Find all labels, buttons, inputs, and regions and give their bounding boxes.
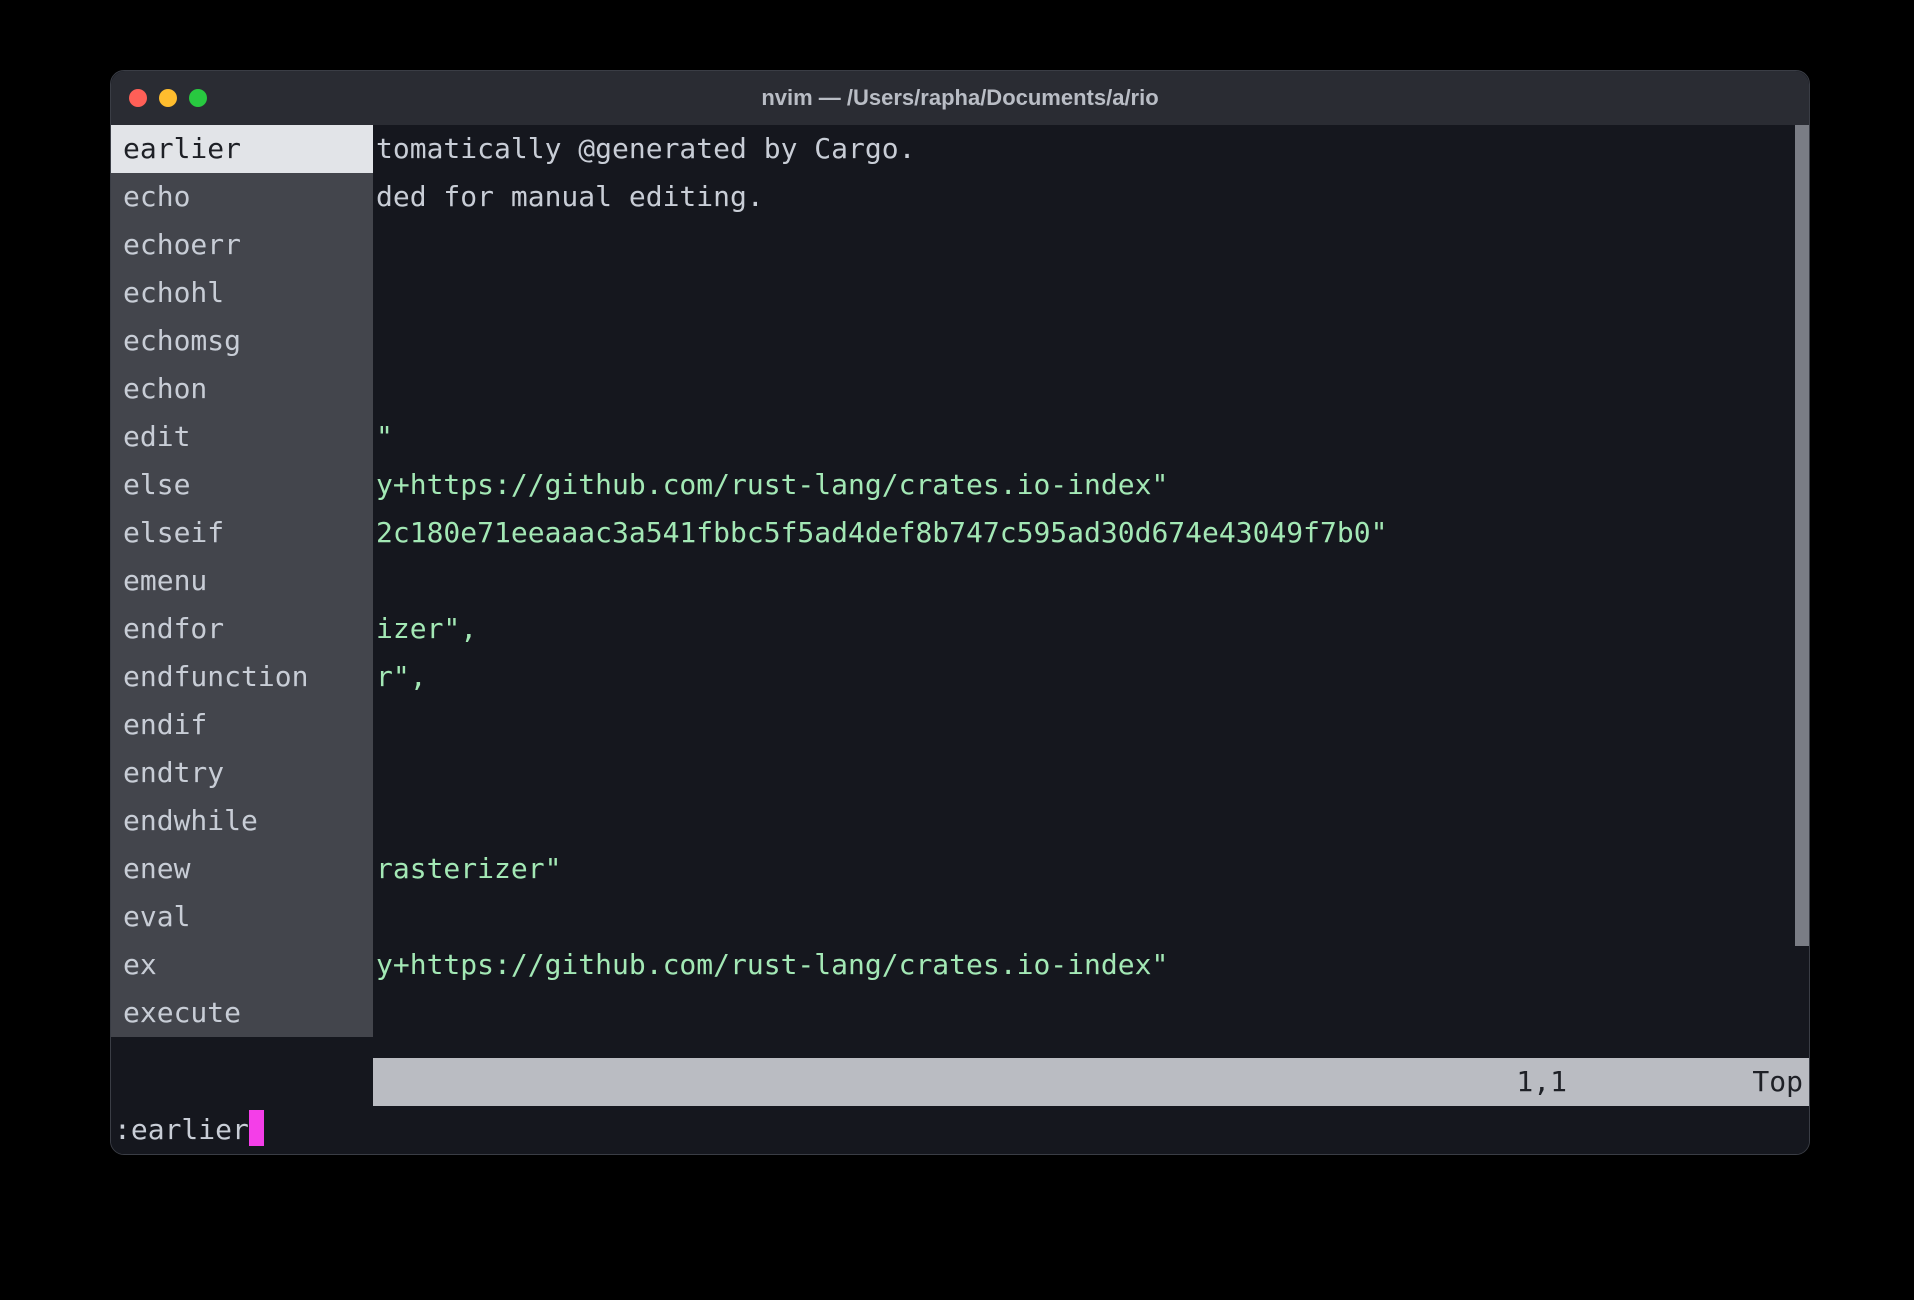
completion-item[interactable]: earlier (111, 125, 373, 173)
completion-item[interactable]: echohl (111, 269, 373, 317)
terminal-body[interactable]: tomatically @generated by Cargo.ded for … (111, 125, 1809, 1154)
completion-item[interactable]: eval (111, 893, 373, 941)
completion-item[interactable]: echomsg (111, 317, 373, 365)
window-title: nvim — /Users/rapha/Documents/a/rio (111, 85, 1809, 111)
completion-scrollbar[interactable] (1795, 125, 1809, 946)
command-line[interactable]: :earlier (111, 1106, 1809, 1154)
editor-line (373, 269, 1809, 317)
completion-item[interactable]: enew (111, 845, 373, 893)
zoom-button[interactable] (189, 89, 207, 107)
editor-line: ded for manual editing. (373, 173, 1809, 221)
editor-line (373, 701, 1809, 749)
editor-line: r", (373, 653, 1809, 701)
completion-item[interactable]: endfunction (111, 653, 373, 701)
editor-line (373, 317, 1809, 365)
completion-item[interactable]: echo (111, 173, 373, 221)
editor-line: y+https://github.com/rust-lang/crates.io… (373, 461, 1809, 509)
content-area: tomatically @generated by Cargo.ded for … (111, 125, 1809, 1154)
editor-line (373, 749, 1809, 797)
completion-item[interactable]: elseif (111, 509, 373, 557)
scroll-position: Top (1752, 1065, 1803, 1098)
cursor (249, 1110, 264, 1146)
editor-line (373, 797, 1809, 845)
completion-item[interactable]: edit (111, 413, 373, 461)
terminal-window: nvim — /Users/rapha/Documents/a/rio toma… (110, 70, 1810, 1155)
titlebar[interactable]: nvim — /Users/rapha/Documents/a/rio (111, 71, 1809, 125)
completion-item[interactable]: emenu (111, 557, 373, 605)
completion-item[interactable]: endwhile (111, 797, 373, 845)
editor-line: y+https://github.com/rust-lang/crates.io… (373, 941, 1809, 989)
status-line: 1,1 Top (373, 1058, 1809, 1106)
editor-line (373, 365, 1809, 413)
completion-item[interactable]: execute (111, 989, 373, 1037)
completion-item[interactable]: ex (111, 941, 373, 989)
cursor-position: 1,1 (1516, 1065, 1567, 1098)
editor-line (373, 221, 1809, 269)
completion-item[interactable]: endif (111, 701, 373, 749)
completion-item[interactable]: endtry (111, 749, 373, 797)
completion-item[interactable]: echon (111, 365, 373, 413)
editor-line: tomatically @generated by Cargo. (373, 125, 1809, 173)
editor-line (373, 557, 1809, 605)
completion-item[interactable]: endfor (111, 605, 373, 653)
completion-item[interactable]: else (111, 461, 373, 509)
completion-item[interactable]: echoerr (111, 221, 373, 269)
command-text: :earlier (114, 1106, 249, 1154)
editor-line (373, 893, 1809, 941)
editor-line: izer", (373, 605, 1809, 653)
minimize-button[interactable] (159, 89, 177, 107)
traffic-lights (129, 89, 207, 107)
editor-line: 2c180e71eeaaac3a541fbbc5f5ad4def8b747c59… (373, 509, 1809, 557)
editor-line: rasterizer" (373, 845, 1809, 893)
close-button[interactable] (129, 89, 147, 107)
editor-line: " (373, 413, 1809, 461)
completion-popup[interactable]: earlierechoechoerrechohlechomsgechonedit… (111, 125, 373, 1037)
